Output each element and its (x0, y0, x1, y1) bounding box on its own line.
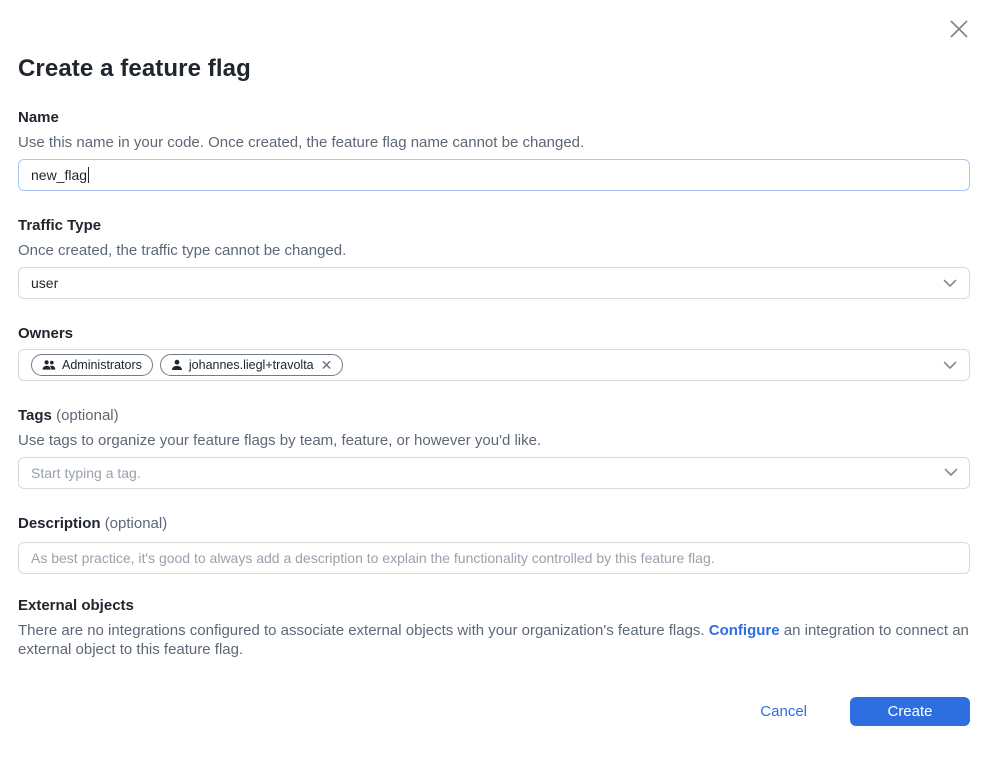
tags-help-text: Use tags to organize your feature flags … (18, 431, 970, 451)
close-icon (948, 18, 970, 40)
cancel-button[interactable]: Cancel (744, 697, 823, 726)
external-objects-text: There are no integrations configured to … (18, 621, 970, 659)
owner-chip-label: johannes.liegl+travolta (189, 358, 314, 372)
chevron-down-icon (943, 357, 957, 373)
text-caret (88, 167, 89, 183)
traffic-type-label: Traffic Type (18, 216, 970, 236)
close-button[interactable] (944, 14, 974, 44)
owners-chip-list: Administrators johannes.liegl+travolta ✕ (31, 354, 928, 376)
description-input[interactable] (18, 542, 970, 574)
owners-label: Owners (18, 324, 970, 344)
description-optional-text: (optional) (105, 515, 168, 532)
traffic-type-help-text: Once created, the traffic type cannot be… (18, 241, 970, 261)
owners-field-group: Owners Administrators (18, 324, 970, 381)
owner-chip-label: Administrators (62, 358, 142, 372)
tags-select-wrapper (18, 457, 970, 489)
page-title: Create a feature flag (18, 54, 970, 84)
traffic-type-field-group: Traffic Type Once created, the traffic t… (18, 216, 970, 299)
description-label-text: Description (18, 515, 101, 532)
tags-field-group: Tags (optional) Use tags to organize you… (18, 406, 970, 489)
name-input-value: new_flag (31, 167, 87, 183)
chevron-down-icon (943, 275, 957, 291)
traffic-type-select[interactable]: user (18, 267, 970, 299)
external-objects-label: External objects (18, 596, 970, 616)
owners-multiselect[interactable]: Administrators johannes.liegl+travolta ✕ (18, 349, 970, 381)
tags-label: Tags (optional) (18, 406, 970, 426)
tags-input[interactable] (18, 457, 970, 489)
person-icon (171, 359, 183, 371)
external-objects-text-before: There are no integrations configured to … (18, 622, 709, 639)
remove-owner-icon[interactable]: ✕ (321, 358, 333, 372)
description-field-group: Description (optional) (18, 514, 970, 574)
owner-chip-user[interactable]: johannes.liegl+travolta ✕ (160, 354, 343, 376)
traffic-type-selected-value: user (31, 275, 58, 291)
name-input[interactable]: new_flag (18, 159, 970, 191)
create-button[interactable]: Create (850, 697, 970, 726)
group-icon (42, 359, 56, 371)
modal-footer: Cancel Create (18, 697, 970, 726)
owner-chip-administrators[interactable]: Administrators (31, 354, 153, 376)
name-help-text: Use this name in your code. Once created… (18, 133, 970, 153)
description-label: Description (optional) (18, 514, 970, 534)
configure-link[interactable]: Configure (709, 622, 780, 639)
name-field-group: Name Use this name in your code. Once cr… (18, 108, 970, 191)
tags-label-text: Tags (18, 407, 52, 424)
name-label: Name (18, 108, 970, 128)
external-objects-group: External objects There are no integratio… (18, 596, 970, 659)
tags-optional-text: (optional) (56, 407, 119, 424)
create-feature-flag-modal: Create a feature flag Name Use this name… (0, 0, 988, 763)
